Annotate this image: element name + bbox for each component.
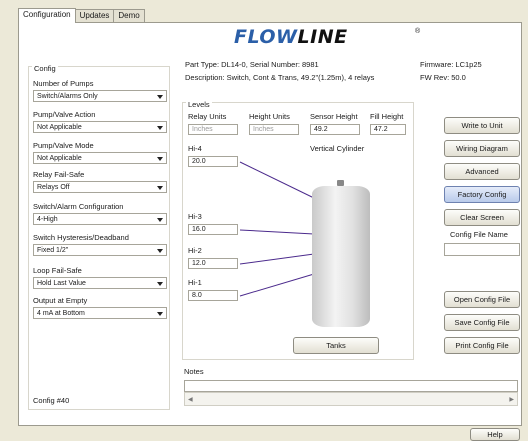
number-of-pumps-select[interactable]: Switch/Alarms Only xyxy=(33,90,167,102)
part-type-text: Part Type: DL14-0, Serial Number: 8981 xyxy=(185,60,319,69)
scroll-right-icon[interactable]: ▶ xyxy=(509,396,514,403)
tank-shape-label: Vertical Cylinder xyxy=(310,144,365,153)
relay-units-label: Relay Units xyxy=(188,112,227,121)
advanced-button[interactable]: Advanced xyxy=(444,163,520,180)
firmware-text: Firmware: LC1p25 xyxy=(420,60,482,69)
output-at-empty-select[interactable]: 4 mA at Bottom xyxy=(33,307,167,319)
chevron-down-icon xyxy=(157,186,163,190)
tank-cylinder-icon xyxy=(312,186,370,327)
fill-height-field[interactable]: 47.2 xyxy=(370,124,406,135)
switch-alarm-config-select[interactable]: 4-High xyxy=(33,213,167,225)
tab-bar: Configuration Updates Demo xyxy=(18,8,145,23)
pump-valve-action-select[interactable]: Not Applicable xyxy=(33,121,167,133)
flowline-logo: FLOWLINE xyxy=(234,26,348,48)
save-config-file-button[interactable]: Save Config File xyxy=(444,314,520,331)
help-button[interactable]: Help xyxy=(470,428,520,441)
hi1-label: Hi-1 xyxy=(188,278,202,287)
hi3-field[interactable]: 16.0 xyxy=(188,224,238,235)
factory-config-button[interactable]: Factory Config xyxy=(444,186,520,203)
hi1-line xyxy=(239,273,315,297)
print-config-file-button[interactable]: Print Config File xyxy=(444,337,520,354)
hi3-line xyxy=(239,229,315,235)
number-of-pumps-label: Number of Pumps xyxy=(33,79,94,88)
relay-fail-safe-label: Relay Fail-Safe xyxy=(33,170,85,179)
wiring-diagram-button[interactable]: Wiring Diagram xyxy=(444,140,520,157)
write-to-unit-button[interactable]: Write to Unit xyxy=(444,117,520,134)
hi3-label: Hi-3 xyxy=(188,212,202,221)
open-config-file-button[interactable]: Open Config File xyxy=(444,291,520,308)
hi2-line xyxy=(239,253,315,265)
height-units-label: Height Units xyxy=(249,112,290,121)
pump-valve-action-label: Pump/Valve Action xyxy=(33,110,96,119)
registered-mark: ® xyxy=(415,28,421,35)
height-units-field[interactable]: Inches xyxy=(249,124,299,135)
level-lines xyxy=(239,161,315,297)
chevron-down-icon xyxy=(157,126,163,130)
hi2-label: Hi-2 xyxy=(188,246,202,255)
config-title: Config xyxy=(32,64,58,73)
sensor-height-label: Sensor Height xyxy=(310,112,358,121)
chevron-down-icon xyxy=(157,249,163,253)
hi4-field[interactable]: 20.0 xyxy=(188,156,238,167)
tab-updates[interactable]: Updates xyxy=(74,9,115,22)
config-number-text: Config #40 xyxy=(33,396,70,405)
config-file-name-field[interactable] xyxy=(444,243,520,256)
chevron-down-icon xyxy=(157,157,163,161)
loop-fail-safe-label: Loop Fail-Safe xyxy=(33,266,82,275)
hi2-field[interactable]: 12.0 xyxy=(188,258,238,269)
tanks-button[interactable]: Tanks xyxy=(293,337,379,354)
levels-title: Levels xyxy=(186,100,212,109)
pump-valve-mode-label: Pump/Valve Mode xyxy=(33,141,94,150)
chevron-down-icon xyxy=(157,312,163,316)
output-at-empty-label: Output at Empty xyxy=(33,296,88,305)
relay-units-field[interactable]: Inches xyxy=(188,124,238,135)
fw-rev-text: FW Rev: 50.0 xyxy=(420,73,466,82)
relay-fail-safe-select[interactable]: Relays Off xyxy=(33,181,167,193)
hi4-label: Hi-4 xyxy=(188,144,202,153)
fill-height-label: Fill Height xyxy=(370,112,404,121)
tab-configuration[interactable]: Configuration xyxy=(18,8,76,23)
chevron-down-icon xyxy=(157,282,163,286)
chevron-down-icon xyxy=(157,218,163,222)
hi1-field[interactable]: 8.0 xyxy=(188,290,238,301)
switch-hysteresis-label: Switch Hysteresis/Deadband xyxy=(33,233,129,242)
switch-alarm-config-label: Switch/Alarm Configuration xyxy=(33,202,124,211)
tab-demo[interactable]: Demo xyxy=(113,9,145,22)
notes-scrollbar[interactable]: ◀ ▶ xyxy=(184,392,518,406)
pump-valve-mode-select[interactable]: Not Applicable xyxy=(33,152,167,164)
switch-hysteresis-select[interactable]: Fixed 1/2" xyxy=(33,244,167,256)
description-text: Description: Switch, Cont & Trans, 49.2"… xyxy=(185,73,375,82)
notes-label: Notes xyxy=(184,367,204,376)
sensor-height-field[interactable]: 49.2 xyxy=(310,124,360,135)
scroll-left-icon[interactable]: ◀ xyxy=(188,396,193,403)
chevron-down-icon xyxy=(157,95,163,99)
hi4-line xyxy=(239,161,315,199)
loop-fail-safe-select[interactable]: Hold Last Value xyxy=(33,277,167,289)
notes-field[interactable] xyxy=(184,380,518,392)
clear-screen-button[interactable]: Clear Screen xyxy=(444,209,520,226)
config-file-name-label: Config File Name xyxy=(450,230,508,239)
